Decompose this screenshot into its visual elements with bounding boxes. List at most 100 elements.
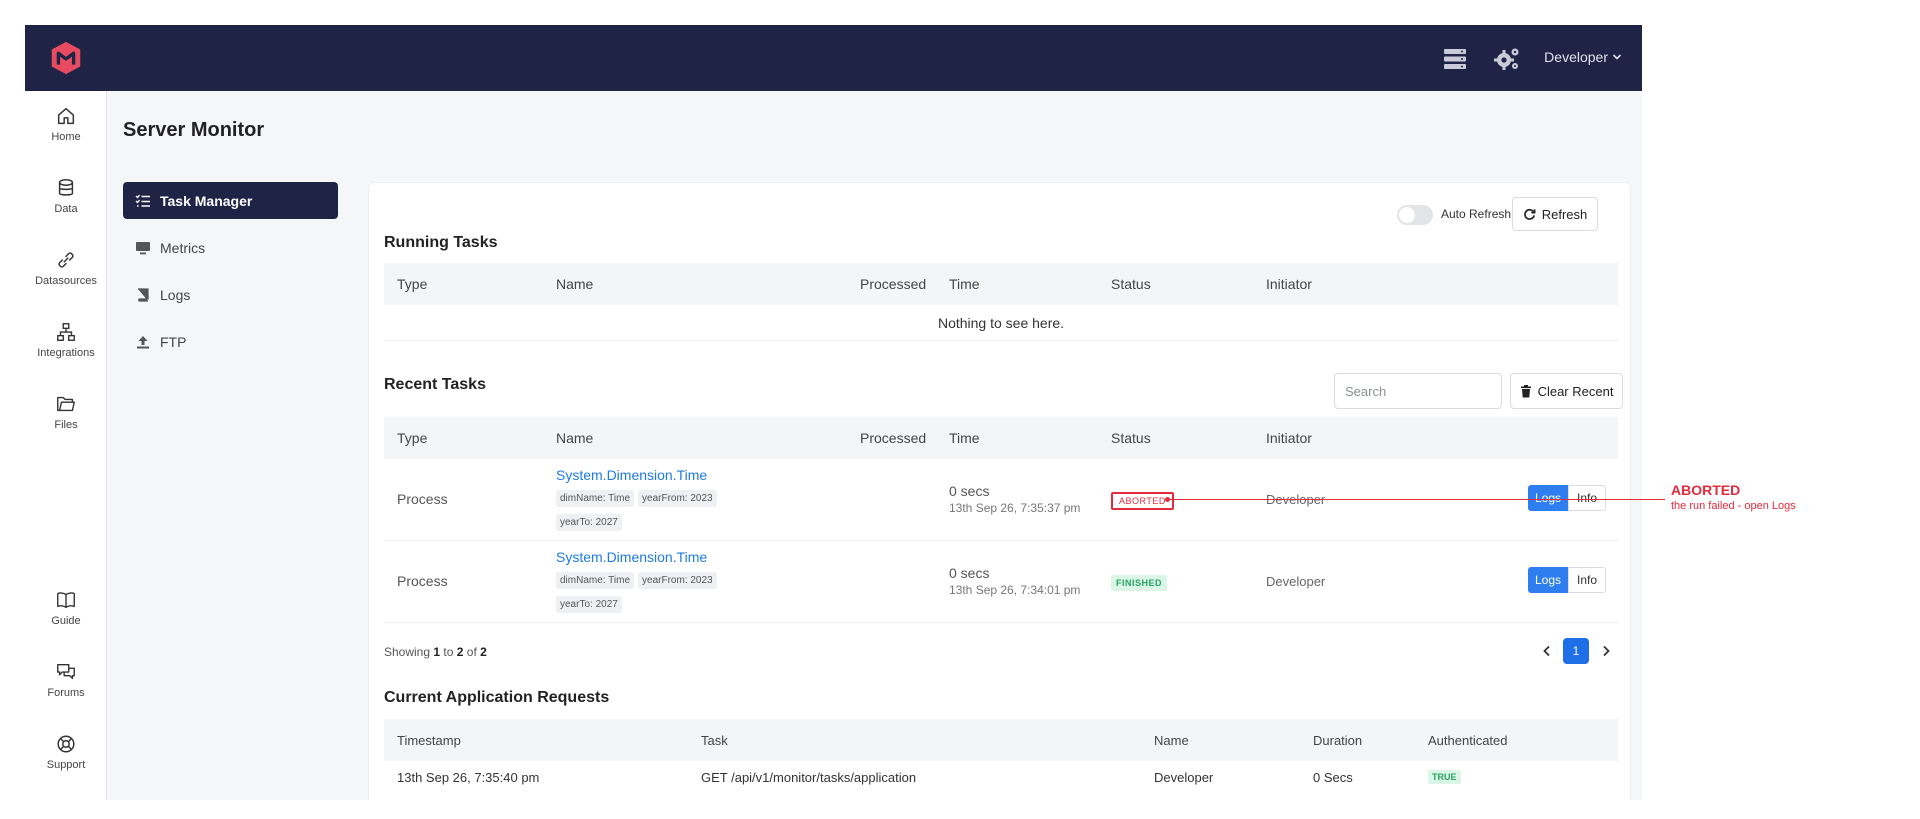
- row-actions: Logs Info: [1528, 567, 1606, 593]
- info-button[interactable]: Info: [1568, 567, 1606, 593]
- column-header: Name: [1154, 732, 1189, 748]
- task-duration: 0 secs: [949, 565, 990, 581]
- status-badge-aborted: ABORTED: [1111, 492, 1174, 510]
- rail-item-guide[interactable]: Guide: [25, 589, 107, 627]
- empty-state-row: Nothing to see here.: [384, 305, 1618, 341]
- task-tags: dimName: Time yearFrom: 2023 yearTo: 2027: [556, 570, 746, 618]
- annotation-line: [1168, 499, 1665, 500]
- subnav-item-ftp[interactable]: FTP: [123, 323, 338, 360]
- showing-total: 2: [480, 645, 487, 659]
- home-icon: [57, 107, 75, 125]
- column-header: Time: [949, 276, 980, 292]
- chevron-down-icon: [1612, 54, 1622, 60]
- showing-of-word: of: [466, 645, 477, 659]
- task-tag: yearFrom: 2023: [638, 572, 717, 589]
- refresh-button[interactable]: Refresh: [1512, 197, 1598, 231]
- pager-prev-button[interactable]: [1534, 638, 1560, 664]
- rail-item-integrations[interactable]: Integrations: [25, 321, 107, 359]
- column-header: Task: [701, 732, 728, 748]
- rail-item-support[interactable]: Support: [25, 733, 107, 771]
- monitor-icon: [135, 240, 151, 256]
- page-title: Server Monitor: [123, 119, 265, 141]
- table-row: Process System.Dimension.Time dimName: T…: [384, 541, 1618, 623]
- search-input[interactable]: [1334, 373, 1502, 409]
- server-icon[interactable]: [1441, 45, 1469, 73]
- authenticated-badge: TRUE: [1428, 770, 1461, 784]
- column-header: Initiator: [1266, 430, 1312, 446]
- chevron-left-icon: [1543, 645, 1550, 657]
- rail-item-home[interactable]: Home: [25, 105, 107, 143]
- column-header: Type: [397, 430, 428, 446]
- logs-button[interactable]: Logs: [1528, 485, 1568, 511]
- rail-item-label: Guide: [51, 615, 81, 627]
- column-header: Type: [397, 276, 428, 292]
- trash-icon: [1520, 384, 1531, 397]
- upload-icon: [135, 334, 151, 350]
- link-icon: [58, 252, 74, 268]
- table-header: Type Name Processed Time Status Initiato…: [384, 263, 1618, 305]
- table-header: Timestamp Task Name Duration Authenticat…: [384, 719, 1618, 761]
- task-timestamp: 13th Sep 26, 7:35:37 pm: [949, 501, 1081, 515]
- recent-tasks-table: Type Name Processed Time Status Initiato…: [384, 417, 1618, 623]
- rail-item-data[interactable]: Data: [25, 177, 107, 215]
- chevron-right-icon: [1603, 645, 1610, 657]
- clear-recent-button[interactable]: Clear Recent: [1510, 373, 1623, 409]
- column-header: Duration: [1313, 732, 1363, 748]
- pagination-summary: Showing 1 to 2 of 2: [384, 645, 487, 659]
- table-header: Type Name Processed Time Status Initiato…: [384, 417, 1618, 459]
- column-header: Timestamp: [397, 732, 461, 748]
- rail-item-label: Data: [54, 203, 78, 215]
- requests-title: Current Application Requests: [384, 689, 610, 706]
- subnav-item-metrics[interactable]: Metrics: [123, 229, 338, 266]
- logo-icon[interactable]: [47, 39, 85, 77]
- running-tasks-title: Running Tasks: [384, 234, 498, 251]
- log-book-icon: [135, 287, 151, 303]
- pager-page-button[interactable]: 1: [1563, 638, 1589, 664]
- subnav-item-label: Metrics: [160, 239, 206, 256]
- rail-item-label: Home: [51, 131, 81, 143]
- rail-item-forums[interactable]: Forums: [25, 661, 107, 699]
- database-icon: [58, 179, 74, 196]
- showing-prefix: Showing: [384, 645, 431, 659]
- showing-to-word: to: [443, 645, 454, 659]
- task-manager-panel: Auto Refresh Refresh Running Tasks Type …: [368, 182, 1631, 800]
- subnav-item-task-manager[interactable]: Task Manager: [123, 182, 338, 219]
- auto-refresh-toggle[interactable]: [1397, 205, 1433, 225]
- subnav-item-logs[interactable]: Logs: [123, 276, 338, 313]
- rail-item-datasources[interactable]: Datasources: [25, 249, 107, 287]
- info-button[interactable]: Info: [1568, 485, 1606, 511]
- running-tasks-table: Type Name Processed Time Status Initiato…: [384, 263, 1618, 341]
- rail-item-label: Support: [46, 759, 86, 771]
- logs-button[interactable]: Logs: [1528, 567, 1568, 593]
- user-menu[interactable]: Developer: [1544, 49, 1622, 65]
- rail-item-files[interactable]: Files: [25, 393, 107, 431]
- annotation-subtitle: the run failed - open Logs: [1671, 500, 1796, 512]
- chat-icon: [57, 663, 75, 680]
- request-task: GET /api/v1/monitor/tasks/application: [701, 770, 917, 785]
- task-type: Process: [397, 573, 448, 589]
- settings-gears-icon[interactable]: [1493, 45, 1521, 73]
- pager-next-button[interactable]: [1593, 638, 1619, 664]
- task-name-link[interactable]: System.Dimension.Time: [556, 467, 746, 483]
- task-tags: dimName: Time yearFrom: 2023 yearTo: 2027: [556, 488, 746, 536]
- table-row: 13th Sep 26, 7:35:40 pm GET /api/v1/moni…: [384, 761, 1618, 795]
- subnav: Task Manager Metrics Logs FTP: [123, 182, 338, 370]
- rail-item-label: Files: [54, 419, 78, 431]
- task-duration: 0 secs: [949, 483, 990, 499]
- rail-item-label: Integrations: [37, 347, 95, 359]
- recent-tasks-title: Recent Tasks: [384, 376, 486, 393]
- status-badge-finished: FINISHED: [1111, 575, 1168, 591]
- requests-table: Timestamp Task Name Duration Authenticat…: [384, 719, 1618, 795]
- task-name-cell: System.Dimension.Time dimName: Time yearF…: [556, 467, 746, 536]
- subnav-item-label: FTP: [160, 333, 187, 350]
- rail-item-label: Forums: [47, 687, 85, 699]
- annotation-dot: [1165, 497, 1170, 502]
- column-header: Processed: [860, 430, 927, 446]
- column-header: Name: [556, 430, 594, 446]
- left-rail: Home Data Datasources Integrations Files…: [25, 91, 107, 800]
- task-tag: yearTo: 2027: [556, 514, 622, 531]
- showing-from: 1: [433, 645, 441, 659]
- clear-recent-button-label: Clear Recent: [1537, 383, 1614, 399]
- auto-refresh-label: Auto Refresh: [1441, 207, 1512, 221]
- task-name-link[interactable]: System.Dimension.Time: [556, 549, 746, 565]
